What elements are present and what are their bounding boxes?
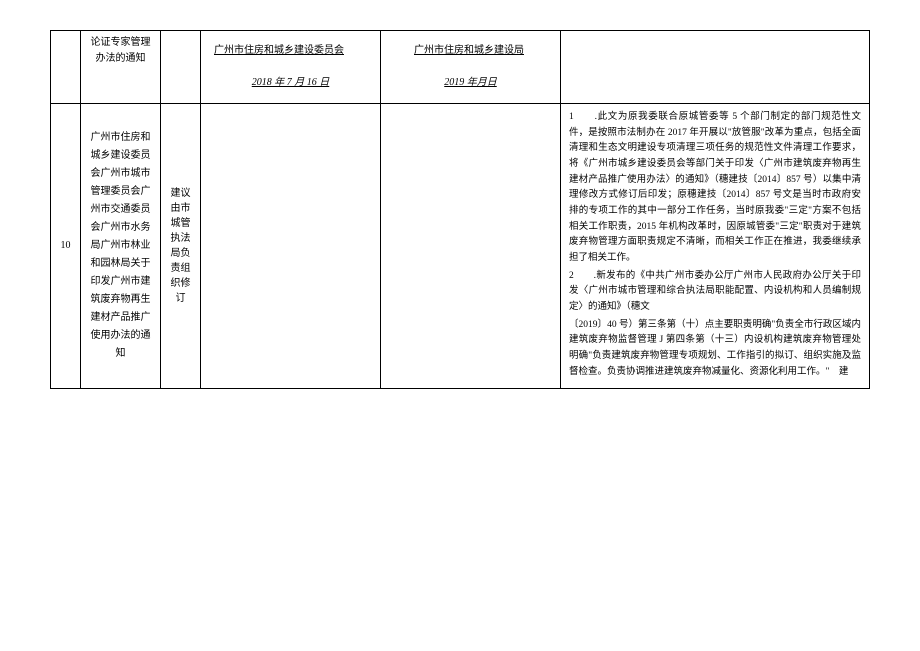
row2-num: 10 (51, 104, 81, 389)
table-row: 论证专家管理办法的通知 广州市住房和城乡建设委员会 2018 年 7 月 16 … (51, 31, 870, 104)
row2-org1 (201, 104, 381, 389)
vertical-suggest-text: 建议由市城管执法局负责组织修订 (167, 186, 194, 306)
org2-name: 广州市住房和城乡建设局 (387, 43, 554, 59)
row1-org2: 广州市住房和城乡建设局 2019 年月日 (381, 31, 561, 104)
org1-name: 广州市住房和城乡建设委员会 (207, 43, 374, 59)
table-row: 10 广州市住房和城乡建设委员会广州市城市管理委员会广州市交通委员会广州市水务局… (51, 104, 870, 389)
remark-paragraph-1: 1 .此文为原我委联合原城管委等 5 个部门制定的部门规范性文件，是按照市法制办… (569, 110, 861, 267)
row2-suggest: 建议由市城管执法局负责组织修订 (161, 104, 201, 389)
org2-date: 2019 年月日 (387, 75, 554, 91)
row1-suggest (161, 31, 201, 104)
row1-remark (561, 31, 870, 104)
org1-date: 2018 年 7 月 16 日 (207, 75, 374, 91)
row2-org2 (381, 104, 561, 389)
row2-title: 广州市住房和城乡建设委员会广州市城市管理委员会广州市交通委员会广州市水务局广州市… (81, 104, 161, 389)
row1-num (51, 31, 81, 104)
row2-remark: 1 .此文为原我委联合原城管委等 5 个部门制定的部门规范性文件，是按照市法制办… (561, 104, 870, 389)
remark-paragraph-3: 〔2019〕40 号）第三条第（十）点主要职责明确"负责全市行政区域内建筑废弃物… (569, 318, 861, 381)
row1-title: 论证专家管理办法的通知 (81, 31, 161, 104)
remark-paragraph-2: 2 .新发布的《中共广州市委办公厅广州市人民政府办公厅关于印发〈广州市城市管理和… (569, 269, 861, 316)
row1-org1: 广州市住房和城乡建设委员会 2018 年 7 月 16 日 (201, 31, 381, 104)
